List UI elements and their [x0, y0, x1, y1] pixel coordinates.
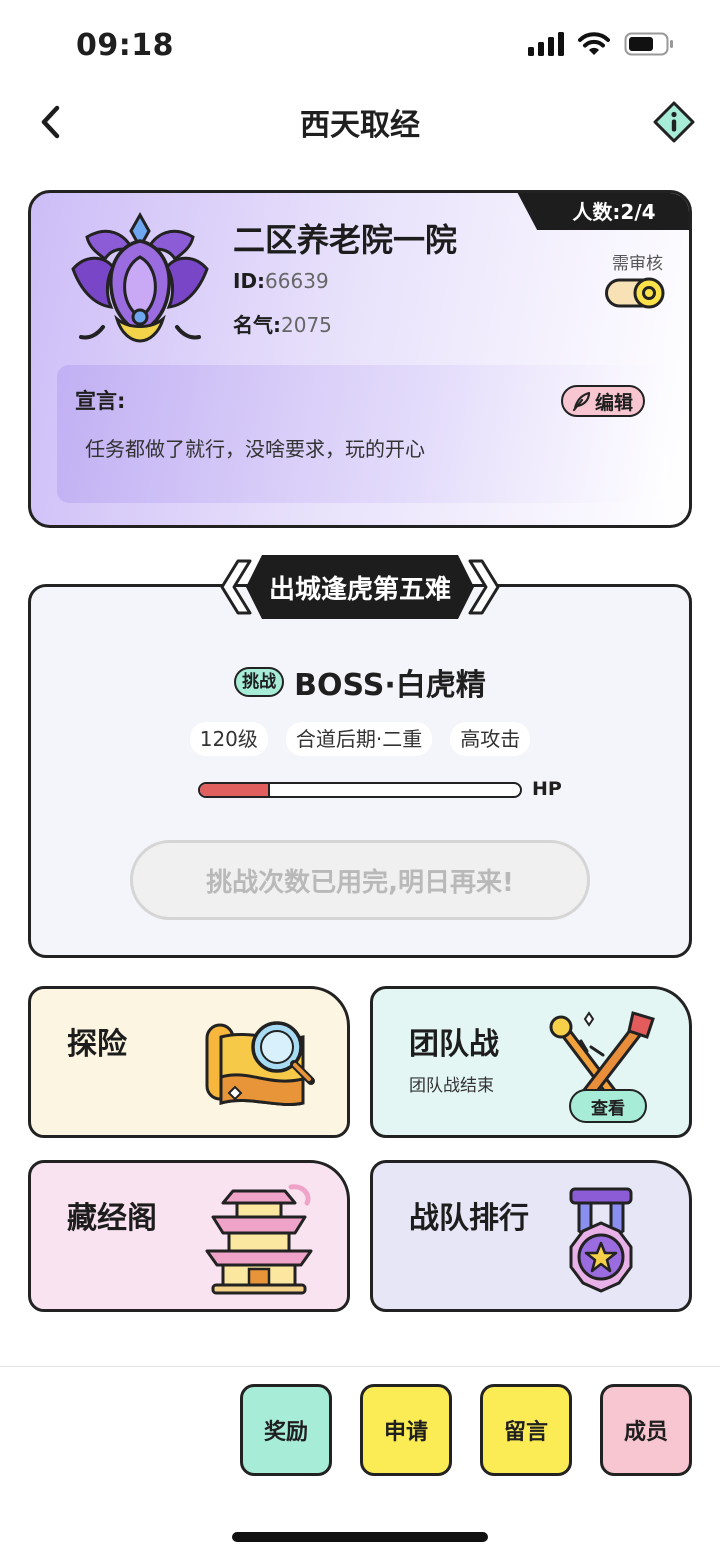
boss-name-row: 挑战 BOSS·白虎精: [0, 660, 720, 704]
battery-icon: [624, 32, 673, 56]
boss-trait-tag: 高攻击: [450, 722, 531, 756]
status-icons: [528, 32, 674, 56]
stage-title: 出城逢虎第五难: [268, 574, 451, 605]
boss-hp-fill: [200, 784, 271, 796]
hp-label: HP: [532, 778, 562, 800]
edit-label: 编辑: [594, 391, 633, 414]
team-fame-value: 2075: [281, 313, 332, 337]
messages-button[interactable]: 留言: [480, 1384, 572, 1476]
team-emblem-icon: [71, 211, 209, 343]
scripture-pavilion-tile[interactable]: 藏经阁: [28, 1160, 350, 1312]
treasure-map-icon: [205, 1021, 315, 1107]
challenge-button[interactable]: 挑战次数已用完,明日再来!: [130, 840, 590, 920]
team-name: 二区养老院一院: [233, 221, 458, 259]
team-info-card: 人数:2/4 二区养老院一院 ID:66639 名气:2075 需审核 宣言:: [28, 190, 692, 528]
view-team-battle-button[interactable]: 查看: [569, 1089, 647, 1123]
edit-declaration-button[interactable]: 编辑: [560, 385, 645, 417]
info-icon: [653, 101, 695, 143]
team-ranking-tile[interactable]: 战队排行: [370, 1160, 692, 1312]
team-fame-label: 名气:: [233, 313, 281, 337]
challenge-tag: 挑战: [234, 667, 285, 697]
declaration-box: 宣言: 编辑 任务都做了就行，没啥要求，玩的开心: [57, 365, 669, 503]
boss-hp-bar: [198, 782, 522, 798]
team-id-row: ID:66639: [233, 269, 329, 293]
page-title: 西天取经: [300, 108, 420, 143]
team-id-value: 66639: [265, 269, 329, 293]
review-required-toggle[interactable]: [605, 277, 667, 309]
boss-tags: 120级 合道后期·二重 高攻击: [0, 722, 720, 756]
boss-realm-tag: 合道后期·二重: [285, 722, 433, 756]
member-count-badge: 人数:2/4: [516, 193, 689, 230]
signal-icon: [528, 32, 564, 56]
home-indicator: [232, 1532, 488, 1542]
boss-name: BOSS·白虎精: [294, 668, 486, 703]
team-battle-tile[interactable]: 团队战 团队战结束 查看: [370, 986, 692, 1138]
quill-icon: [572, 391, 591, 412]
explore-tile[interactable]: 探险: [28, 986, 350, 1138]
declaration-title: 宣言:: [75, 389, 126, 413]
bottom-divider: [0, 1366, 720, 1367]
apply-button[interactable]: 申请: [360, 1384, 452, 1476]
pavilion-icon: [205, 1184, 313, 1295]
team-fame-row: 名气:2075: [233, 309, 332, 338]
medal-icon: [569, 1187, 633, 1293]
boss-level-tag: 120级: [189, 722, 268, 756]
declaration-text: 任务都做了就行，没啥要求，玩的开心: [85, 437, 425, 461]
info-button[interactable]: [652, 100, 696, 144]
wifi-icon: [578, 32, 610, 55]
team-id-label: ID:: [233, 269, 266, 293]
rewards-button[interactable]: 奖励: [240, 1384, 332, 1476]
review-required-label: 需审核: [612, 254, 663, 274]
members-button[interactable]: 成员: [600, 1384, 692, 1476]
status-time: 09:18: [76, 28, 174, 63]
